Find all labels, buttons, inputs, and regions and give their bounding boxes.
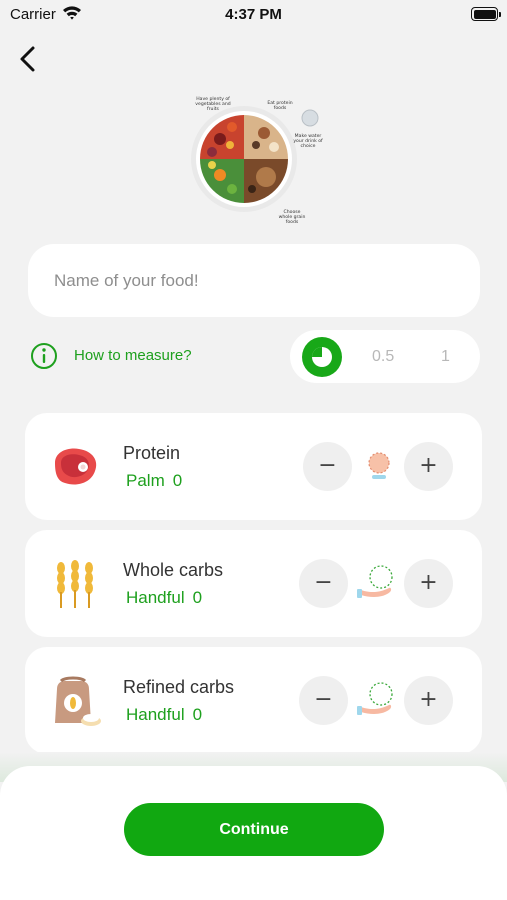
status-time: 4:37 PM [225,6,282,23]
refined-carbs-unit: Handful [126,705,185,724]
whole-carbs-increment-button[interactable]: + [404,559,453,608]
screen: Carrier 4:37 PM Have plenty of vegetable… [0,0,507,900]
food-name-input[interactable] [28,244,480,317]
refined-carbs-increment-button[interactable]: + [404,676,453,725]
protein-value: 0 [172,471,183,490]
whole-carbs-card: Whole carbs Handful 0 − + [25,530,482,637]
refined-carbs-value: 0 [192,705,203,724]
plate-note-vegetables: Have plenty of vegetables and fruits [195,97,231,113]
wheat-icon [57,560,93,608]
refined-carbs-card: Refined carbs Handful 0 − + [25,647,482,754]
quarter-portion-icon [312,347,332,367]
refined-carbs-title: Refined carbs [123,677,235,697]
protein-unit: Palm [126,471,165,490]
plate-note-protein: Eat protein foods [267,101,293,112]
flour-sack-icon [55,676,101,726]
refined-carbs-decrement-button[interactable]: − [299,676,348,725]
portion-slider-knob[interactable] [302,337,342,377]
palm-icon [368,452,390,479]
whole-carbs-value: 0 [192,588,203,607]
protein-measure: Palm 0 [126,471,182,491]
whole-carbs-decrement-button[interactable]: − [299,559,348,608]
handful-icon [357,682,393,715]
portion-option-half[interactable]: 0.5 [372,348,394,366]
portion-option-one[interactable]: 1 [441,348,450,366]
info-icon[interactable] [30,342,58,370]
handful-icon [357,565,393,598]
status-bar: Carrier 4:37 PM [0,0,507,30]
whole-carbs-measure: Handful 0 [126,588,202,608]
steak-icon [55,448,97,485]
whole-carbs-title: Whole carbs [123,560,224,580]
protein-increment-button[interactable]: + [404,442,453,491]
continue-button[interactable]: Continue [124,803,384,856]
back-button[interactable] [14,44,44,74]
refined-carbs-measure: Handful 0 [126,705,202,725]
portion-selector[interactable]: 0.5 1 [290,330,480,383]
plate-note-water: Make water your drink of choice [293,134,323,150]
plate-note-grains: Choose whole grain foods [278,210,306,226]
battery-icon [471,7,501,21]
protein-title: Protein [123,443,181,463]
protein-decrement-button[interactable]: − [303,442,352,491]
how-to-measure-link[interactable]: How to measure? [74,347,192,364]
protein-card: Protein Palm 0 − + [25,413,482,520]
whole-carbs-unit: Handful [126,588,185,607]
bottom-sheet: Continue [0,766,507,900]
